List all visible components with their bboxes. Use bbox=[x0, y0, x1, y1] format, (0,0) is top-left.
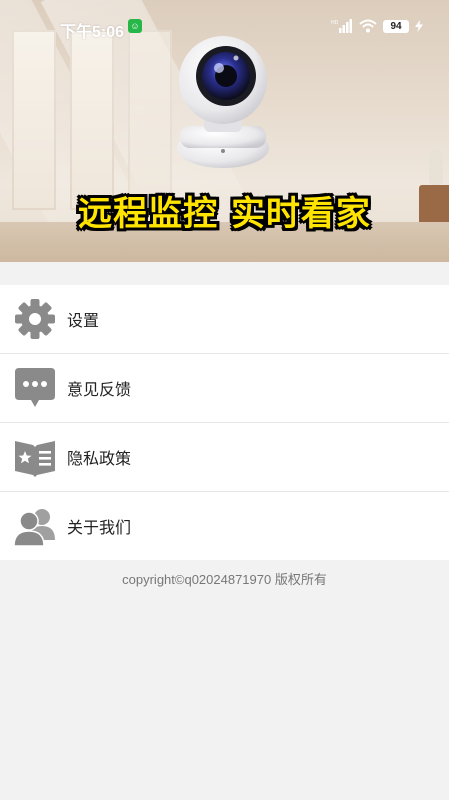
menu-item-privacy-policy[interactable]: 隐私政策 bbox=[0, 423, 449, 492]
status-indicators: HD 94 bbox=[331, 18, 423, 34]
users-icon bbox=[13, 509, 55, 547]
menu-list: 设置 意见反馈 隐私政策 关于我们 bbox=[0, 285, 449, 560]
menu-item-about-us[interactable]: 关于我们 bbox=[0, 492, 449, 560]
chat-bubble-icon bbox=[15, 368, 55, 407]
window-panel bbox=[70, 30, 114, 210]
copyright-text: copyright©q02024871970 版权所有 bbox=[122, 572, 327, 587]
cellular-signal-icon: HD bbox=[331, 19, 352, 33]
app-notification-icon: ☺ bbox=[128, 19, 142, 33]
charging-bolt-icon bbox=[415, 20, 423, 32]
wifi-icon bbox=[359, 19, 377, 33]
menu-item-label: 意见反馈 bbox=[67, 380, 132, 399]
menu-item-label: 隐私政策 bbox=[67, 449, 132, 468]
window-panel bbox=[12, 30, 56, 210]
menu-item-label: 关于我们 bbox=[67, 518, 132, 537]
vase-decoration bbox=[429, 150, 443, 186]
banner-headline: 远程监控 实时看家 bbox=[78, 194, 371, 234]
security-camera-icon bbox=[177, 36, 269, 168]
gear-icon bbox=[15, 299, 55, 339]
window-panel bbox=[128, 30, 172, 210]
svg-text:HD: HD bbox=[331, 20, 339, 26]
status-bar: 下午5:06 ☺ HD 94 bbox=[0, 0, 449, 50]
battery-indicator: 94 bbox=[383, 19, 409, 33]
menu-item-label: 设置 bbox=[67, 311, 100, 330]
menu-item-feedback[interactable]: 意见反馈 bbox=[0, 354, 449, 423]
policy-book-icon bbox=[15, 441, 55, 477]
status-time: 下午5:06 bbox=[60, 24, 125, 41]
menu-item-settings[interactable]: 设置 bbox=[0, 285, 449, 354]
